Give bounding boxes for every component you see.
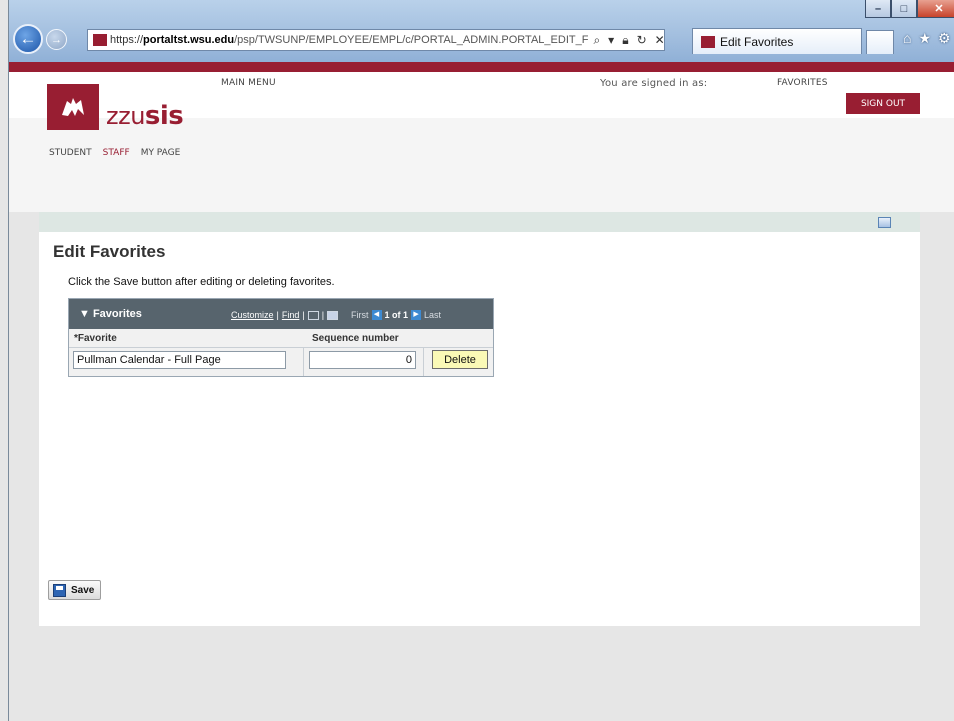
portal-subheader: [9, 118, 954, 212]
sign-out-button[interactable]: SIGN OUT: [846, 93, 920, 114]
brand-bar: [9, 62, 954, 72]
lock-icon[interactable]: 🔒︎: [622, 33, 628, 48]
nav-my-page[interactable]: MY PAGE: [141, 148, 181, 158]
column-header-favorite: *Favorite: [74, 333, 117, 344]
window-controls: – □ ✕: [865, 0, 954, 18]
save-disk-icon: [53, 583, 66, 597]
pager-last[interactable]: Last: [424, 310, 441, 320]
pager-first[interactable]: First: [351, 310, 369, 320]
grid-pager: First ◀ 1 of 1 ▶ Last: [351, 310, 441, 320]
back-arrow-icon[interactable]: ←: [13, 24, 43, 54]
content-top-bar: [39, 212, 920, 232]
browser-toolbar: ← → https://portaltst.wsu.edu/psp/TWSUNP…: [9, 22, 954, 62]
site-favicon-icon: [93, 34, 107, 46]
grid-title[interactable]: ▼ Favorites: [79, 308, 142, 320]
main-menu-link[interactable]: MAIN MENU: [221, 78, 276, 88]
close-icon[interactable]: ✕: [917, 0, 954, 18]
instruction-text: Click the Save button after editing or d…: [68, 276, 335, 288]
tool-separator: |: [321, 310, 325, 320]
column-header-sequence: Sequence number: [312, 333, 399, 344]
tab-title: Edit Favorites: [720, 34, 794, 49]
column-divider: [303, 347, 304, 376]
new-window-icon[interactable]: [878, 217, 891, 228]
find-link[interactable]: Find: [282, 310, 300, 320]
maximize-icon[interactable]: □: [891, 0, 917, 18]
tab-favicon-icon: [701, 35, 715, 48]
row-divider: [69, 347, 493, 348]
grid-header: ▼ Favorites Customize | Find | | First ◀…: [69, 299, 493, 329]
wsu-cougar-logo-icon: [47, 84, 99, 130]
new-tab-button[interactable]: [866, 30, 894, 54]
favorites-grid: ▼ Favorites Customize | Find | | First ◀…: [68, 298, 494, 377]
stop-icon[interactable]: ✕: [655, 33, 664, 48]
zzusis-logo: zzusis: [106, 101, 184, 131]
logo-light-text: zzu: [106, 102, 145, 130]
portal-nav: STUDENT STAFF MY PAGE: [49, 148, 180, 158]
browser-window: – □ ✕ ← → https://portaltst.wsu.edu/psp/…: [8, 0, 954, 721]
nav-student[interactable]: STUDENT: [49, 148, 92, 158]
web-page: MAIN MENU You are signed in as: FAVORITE…: [9, 62, 954, 721]
home-icon[interactable]: ⌂: [903, 30, 911, 47]
download-spreadsheet-icon[interactable]: [327, 310, 339, 320]
view-all-icon[interactable]: [307, 310, 319, 320]
tool-separator: |: [302, 310, 305, 320]
tool-separator: |: [276, 310, 279, 320]
url-domain: portaltst.wsu.edu: [143, 34, 235, 46]
browser-titlebar: – □ ✕ ← → https://portaltst.wsu.edu/psp/…: [9, 0, 954, 64]
favorites-link[interactable]: FAVORITES: [777, 78, 828, 88]
browser-tab[interactable]: Edit Favorites: [692, 28, 862, 54]
page-title: Edit Favorites: [53, 242, 166, 261]
column-divider: [423, 347, 424, 376]
save-label: Save: [71, 584, 95, 596]
grid-tools: Customize | Find | |: [231, 310, 339, 320]
logo-bold-text: sis: [144, 101, 184, 131]
next-arrow-icon[interactable]: ▶: [411, 310, 422, 320]
gear-icon[interactable]: ⚙: [938, 30, 951, 47]
dropdown-icon[interactable]: ▾: [608, 33, 614, 48]
signed-in-label: You are signed in as:: [600, 78, 708, 89]
nav-staff[interactable]: STAFF: [103, 148, 130, 158]
refresh-icon[interactable]: ↻: [637, 33, 647, 48]
favorite-name-input[interactable]: [73, 351, 286, 369]
collapse-triangle-icon: ▼: [79, 308, 93, 320]
minimize-icon[interactable]: –: [865, 0, 891, 18]
forward-arrow-icon[interactable]: →: [46, 29, 67, 50]
browser-tools: ⌂ ★ ⚙: [903, 30, 951, 47]
delete-button[interactable]: Delete: [432, 350, 488, 369]
address-bar[interactable]: https://portaltst.wsu.edu/psp/TWSUNP/EMP…: [87, 29, 665, 51]
content-area: Edit Favorites Click the Save button aft…: [39, 232, 920, 626]
address-tools: ⌕ ▾ 🔒︎ ↻ ✕: [588, 32, 664, 48]
star-icon[interactable]: ★: [918, 30, 931, 47]
sequence-number-input[interactable]: [309, 351, 416, 369]
url-path: /psp/TWSUNP/EMPLOYEE/EMPL/c/PORTAL_ADMIN…: [234, 34, 589, 46]
url-scheme: https://: [110, 34, 144, 46]
save-button[interactable]: Save: [48, 580, 101, 600]
previous-arrow-icon[interactable]: ◀: [371, 310, 382, 320]
grid-title-text: Favorites: [92, 308, 142, 320]
customize-link[interactable]: Customize: [231, 310, 274, 320]
search-icon[interactable]: ⌕: [593, 33, 600, 48]
pager-range: 1 of 1: [384, 310, 409, 320]
